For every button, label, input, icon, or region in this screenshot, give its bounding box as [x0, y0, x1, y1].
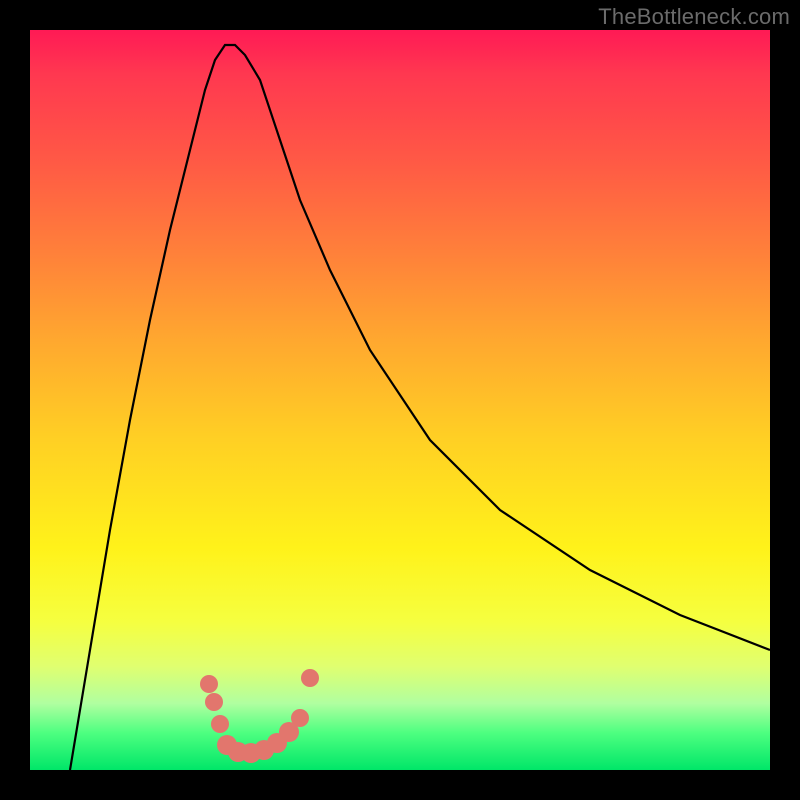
- bottleneck-curve: [70, 45, 770, 770]
- left-dot-1: [200, 675, 218, 693]
- left-dot-2: [205, 693, 223, 711]
- curve-layer: [30, 30, 770, 770]
- right-dot-2: [301, 669, 319, 687]
- plot-area: [30, 30, 770, 770]
- right-dot-1: [291, 709, 309, 727]
- chart-frame: TheBottleneck.com: [0, 0, 800, 800]
- marker-group: [200, 669, 319, 763]
- left-dot-3: [211, 715, 229, 733]
- watermark-text: TheBottleneck.com: [598, 4, 790, 30]
